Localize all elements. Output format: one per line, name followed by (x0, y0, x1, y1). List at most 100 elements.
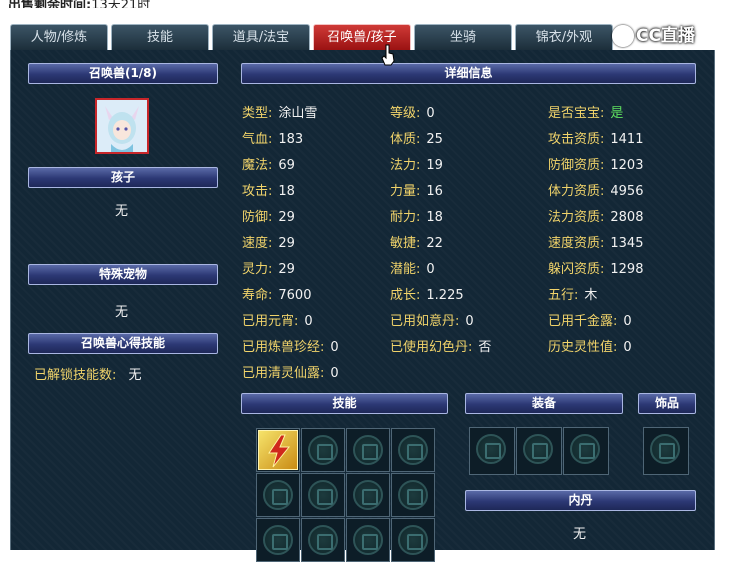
stat-label: 体力资质: (548, 184, 605, 199)
stat-row: 攻击: 18 (242, 180, 295, 199)
skill-slot[interactable] (346, 428, 390, 472)
stat-label: 耐力: (390, 210, 421, 225)
skill-slot[interactable] (391, 518, 435, 562)
stat-row: 已用清灵仙露: 0 (242, 362, 339, 381)
stat-label: 已用元宵: (242, 314, 299, 329)
tab-pets[interactable]: 召唤兽/孩子 (313, 24, 411, 50)
stat-value: 7600 (278, 288, 312, 303)
skill-slot[interactable] (391, 473, 435, 517)
stat-value: 25 (426, 132, 443, 147)
stat-label: 历史灵性值: (548, 340, 618, 355)
stat-value: 18 (278, 184, 295, 199)
stat-row: 躲闪资质: 1298 (548, 258, 643, 277)
tab-character[interactable]: 人物/修炼 (10, 24, 108, 50)
watermark-text: CC直播 (636, 26, 695, 46)
tab-items[interactable]: 道具/法宝 (212, 24, 310, 50)
stat-row: 体质: 25 (390, 128, 443, 147)
empty-slot-emblem-icon (398, 525, 428, 555)
stat-value: 是 (610, 106, 624, 121)
stat-value: 1.225 (426, 288, 464, 303)
pet-avatar[interactable] (95, 98, 149, 154)
stat-label: 攻击: (242, 184, 273, 199)
skill-slot[interactable] (391, 428, 435, 472)
stat-value: 16 (426, 184, 443, 199)
pet-portrait-icon (97, 100, 147, 152)
stat-row: 已用如意丹: 0 (390, 310, 474, 329)
stat-row: 灵力: 29 (242, 258, 295, 277)
stat-label: 寿命: (242, 288, 273, 303)
stat-label: 防御资质: (548, 158, 605, 173)
stat-label: 防御: (242, 210, 273, 225)
skill-slot[interactable] (301, 518, 345, 562)
stat-row: 寿命: 7600 (242, 284, 311, 303)
stat-row: 已用炼兽珍经: 0 (242, 336, 339, 355)
stat-value: 否 (478, 340, 492, 355)
stat-label: 攻击资质: (548, 132, 605, 147)
stat-row: 速度: 29 (242, 232, 295, 251)
stat-row: 成长: 1.225 (390, 284, 464, 303)
skills-header: 技能 (241, 393, 448, 414)
stat-value: 1345 (610, 236, 644, 251)
stat-row: 魔法: 69 (242, 154, 295, 173)
stat-value: 29 (278, 262, 295, 277)
empty-slot-emblem-icon (263, 525, 293, 555)
stat-row: 防御资质: 1203 (548, 154, 643, 173)
stat-label: 等级: (390, 106, 421, 121)
skill-slot[interactable] (301, 428, 345, 472)
stat-value: 1298 (610, 262, 644, 277)
special-pet-value: 无 (115, 305, 129, 320)
ornament-header: 饰品 (638, 393, 696, 414)
skill-slot[interactable] (346, 473, 390, 517)
stat-row: 等级: 0 (390, 102, 435, 121)
skill-slot[interactable] (256, 428, 300, 472)
unlocked-skill-row: 已解锁技能数: 无 (34, 364, 142, 383)
stat-label: 躲闪资质: (548, 262, 605, 277)
equipment-slot[interactable] (563, 427, 609, 475)
stat-row: 已用元宵: 0 (242, 310, 313, 329)
empty-slot-emblem-icon (398, 435, 428, 465)
stat-value: 0 (426, 262, 435, 277)
sale-time-label: 出售剩余时间: (8, 0, 92, 8)
empty-slot-emblem-icon (308, 480, 338, 510)
skill-slot[interactable] (301, 473, 345, 517)
skill-slot[interactable] (256, 473, 300, 517)
detail-header: 详细信息 (241, 63, 696, 84)
stat-row: 类型: 涂山雪 (242, 102, 317, 121)
stat-row: 已使用幻色丹: 否 (390, 336, 491, 355)
stat-label: 是否宝宝: (548, 106, 605, 121)
equipment-slot[interactable] (516, 427, 562, 475)
stat-label: 体质: (390, 132, 421, 147)
stat-value: 29 (278, 210, 295, 225)
skill-slot[interactable] (256, 518, 300, 562)
lightning-skill-icon (258, 430, 298, 470)
stat-row: 已用千金露: 0 (548, 310, 632, 329)
stat-value: 18 (426, 210, 443, 225)
stat-value: 22 (426, 236, 443, 251)
stat-value: 183 (278, 132, 304, 147)
equipment-slot[interactable] (469, 427, 515, 475)
cc-logo-icon (612, 25, 634, 47)
stat-value: 19 (426, 158, 443, 173)
empty-slot-emblem-icon (523, 434, 553, 464)
tab-appearance[interactable]: 锦衣/外观 (515, 24, 613, 50)
stat-label: 已用如意丹: (390, 314, 460, 329)
stat-label: 法力: (390, 158, 421, 173)
ornament-slot[interactable] (643, 427, 689, 475)
stat-value: 0 (330, 366, 339, 381)
stat-label: 魔法: (242, 158, 273, 173)
stat-row: 历史灵性值: 0 (548, 336, 632, 355)
empty-slot-emblem-icon (308, 435, 338, 465)
stat-label: 力量: (390, 184, 421, 199)
skill-slot[interactable] (346, 518, 390, 562)
empty-slot-emblem-icon (353, 480, 383, 510)
stat-row: 法力: 19 (390, 154, 443, 173)
tab-mount[interactable]: 坐骑 (414, 24, 512, 50)
cc-live-watermark: CC直播 (612, 22, 712, 50)
tab-skills[interactable]: 技能 (111, 24, 209, 50)
stat-row: 耐力: 18 (390, 206, 443, 225)
stat-label: 五行: (548, 288, 579, 303)
stat-row: 法力资质: 2808 (548, 206, 643, 225)
special-pet-header: 特殊宠物 (28, 264, 218, 285)
stat-value: 1411 (610, 132, 644, 147)
stat-row: 攻击资质: 1411 (548, 128, 643, 147)
